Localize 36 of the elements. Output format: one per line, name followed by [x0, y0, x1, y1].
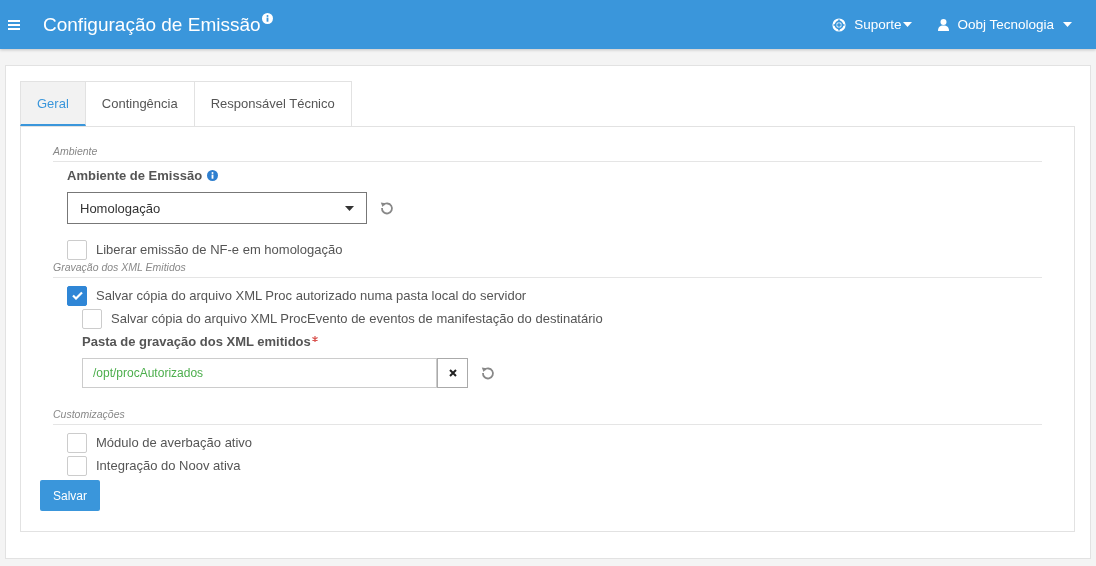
close-icon: [448, 369, 457, 377]
section-heading: Ambiente: [53, 145, 1042, 162]
field-label: Pasta de gravação dos XML emitidos: [82, 334, 311, 349]
page-title: Configuração de Emissão: [43, 13, 261, 36]
reset-icon: [481, 366, 495, 380]
checkbox[interactable]: [67, 285, 87, 306]
reset-icon: [380, 201, 394, 215]
section-heading: Gravação dos XML Emitidos: [53, 261, 1042, 278]
checkbox-label: Salvar cópia do arquivo XML ProcEvento de eventos de manifestação do destinatário: [111, 311, 603, 326]
checkbox[interactable]: [82, 308, 102, 329]
checkbox-label: Salvar cópia do arquivo XML Proc autorizado numa pasta local do servidor: [96, 288, 527, 303]
checkbox-label: Liberar emissão de NF-e em homologação: [96, 242, 343, 257]
save-button[interactable]: Salvar: [40, 480, 100, 511]
caret-icon: [903, 22, 913, 27]
caret-icon: [1063, 22, 1072, 27]
tab[interactable]: Geral: [20, 81, 86, 126]
checkbox[interactable]: [67, 455, 87, 476]
support-menu[interactable]: Suporte: [832, 17, 913, 32]
text-field[interactable]: /opt/procAutorizados: [82, 358, 437, 388]
menu-icon: [8, 19, 20, 30]
caret-icon: [345, 205, 354, 211]
field-label: Ambiente de Emissão: [67, 168, 203, 183]
checkbox[interactable]: [67, 239, 87, 260]
section-heading: Customizações: [53, 408, 1042, 425]
checkbox-label: Módulo de averbação ativo: [96, 435, 253, 450]
lifebuoy-icon: [832, 17, 847, 32]
select-field[interactable]: Homologação: [67, 192, 367, 224]
checkbox[interactable]: [67, 432, 87, 453]
tab[interactable]: Responsável Técnico: [194, 81, 352, 126]
info-icon: [261, 13, 273, 24]
clear-button[interactable]: [437, 358, 468, 388]
tab[interactable]: Contingência: [85, 81, 195, 126]
user-icon: [938, 18, 950, 31]
checkbox-label: Integração do Noov ativa: [96, 458, 241, 473]
checkmark-icon: [71, 291, 83, 300]
user-menu[interactable]: Oobj Tecnologia: [938, 17, 1072, 32]
